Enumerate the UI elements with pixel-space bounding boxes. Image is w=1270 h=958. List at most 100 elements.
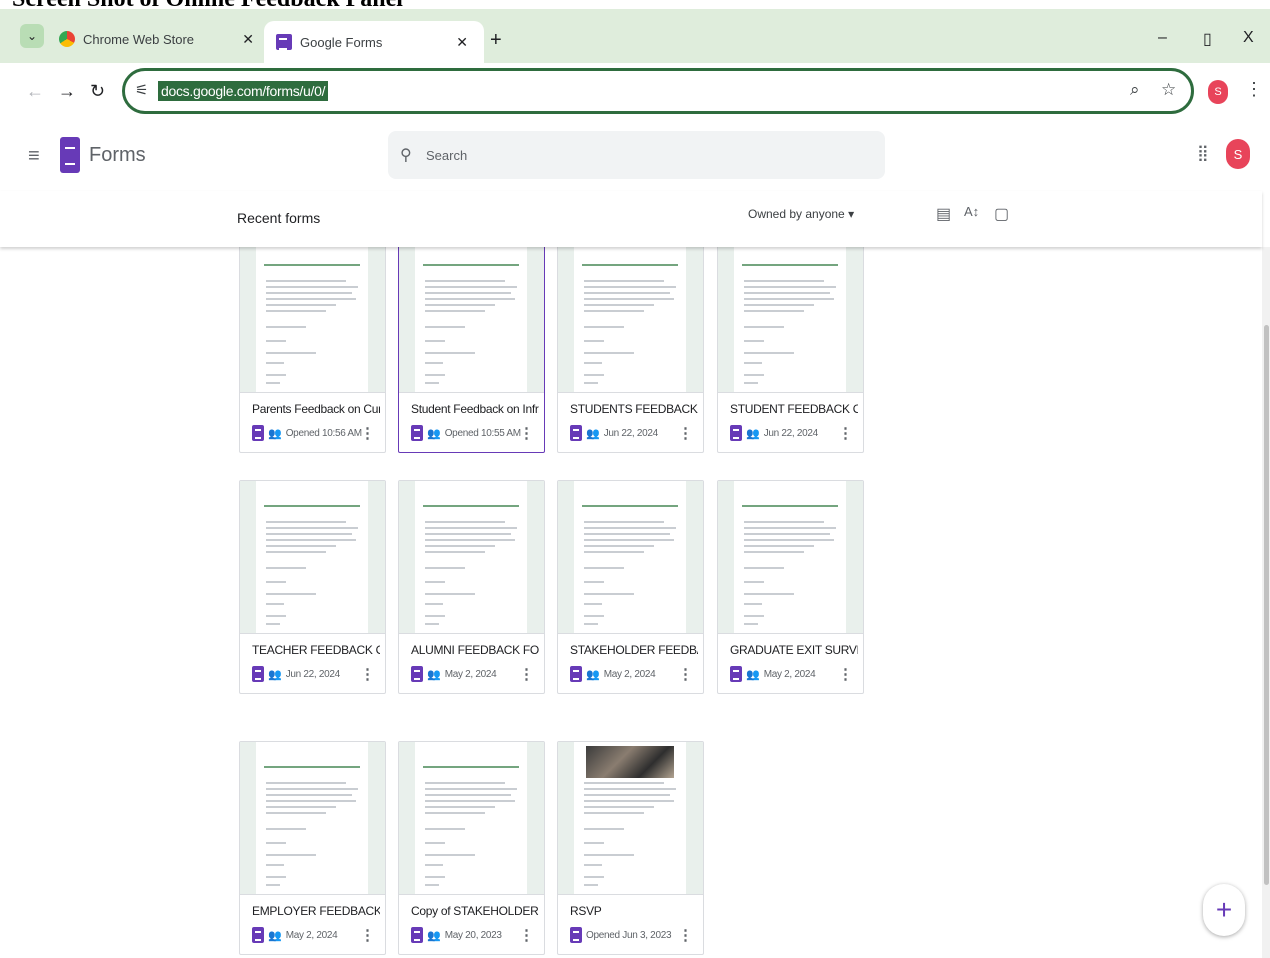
shared-people-icon: 👥 xyxy=(427,668,441,681)
main-menu-icon[interactable]: ≡ xyxy=(28,145,40,168)
app-name[interactable]: Forms xyxy=(89,144,146,167)
more-options-icon[interactable]: ⋮ xyxy=(360,665,375,683)
form-title: STAKEHOLDER FEEDBAC... xyxy=(570,643,698,657)
form-card[interactable]: Parents Feedback on Cur... 👥 Opened 10:56 … xyxy=(239,247,386,453)
google-forms-icon xyxy=(276,34,292,50)
google-forms-icon xyxy=(730,666,742,682)
back-arrow-icon[interactable]: ← xyxy=(26,81,44,102)
form-title: ALUMNI FEEDBACK FORM xyxy=(411,643,539,657)
form-title: STUDENT FEEDBACK ON ... xyxy=(730,402,858,416)
search-input[interactable] xyxy=(426,145,866,165)
google-forms-icon xyxy=(252,666,264,682)
shared-people-icon: 👥 xyxy=(746,668,760,681)
folder-icon[interactable]: ▢ xyxy=(994,204,1009,224)
account-avatar[interactable]: S xyxy=(1226,139,1250,169)
form-thumbnail xyxy=(399,247,544,393)
more-options-icon[interactable]: ⋮ xyxy=(838,665,853,683)
more-options-icon[interactable]: ⋮ xyxy=(360,424,375,442)
form-title: Student Feedback on Infr... xyxy=(411,402,539,416)
form-card[interactable]: ALUMNI FEEDBACK FORM 👥May 2, 2024 ⋮ xyxy=(398,480,545,694)
form-title: GRADUATE EXIT SURVEY xyxy=(730,643,858,657)
form-date: Opened 10:55 AM xyxy=(444,427,521,439)
list-view-icon[interactable]: ▤ xyxy=(936,204,951,224)
more-options-icon[interactable]: ⋮ xyxy=(519,665,534,683)
form-card[interactable]: Student Feedback on Infr... 👥 Opened 10:55… xyxy=(398,247,545,453)
shared-people-icon: 👥 xyxy=(427,929,441,942)
chrome-web-store-icon xyxy=(59,31,75,47)
form-date: May 20, 2023 xyxy=(444,929,502,941)
tab-chrome-web-store[interactable]: Chrome Web Store ✕ xyxy=(55,21,270,57)
form-thumbnail xyxy=(558,742,703,895)
close-icon[interactable]: ✕ xyxy=(242,31,254,48)
restore-button[interactable]: ▯ xyxy=(1203,29,1212,49)
create-form-plus-button[interactable]: + xyxy=(1203,884,1245,936)
form-meta: 👥 Jun 22, 2024 xyxy=(252,665,340,683)
google-apps-grid-icon[interactable]: ⣿ xyxy=(1197,143,1209,163)
form-card[interactable]: STUDENT FEEDBACK ON ... 👥Jun 22, 2024 ⋮ xyxy=(717,247,864,453)
browser-menu-icon[interactable]: ⋮ xyxy=(1245,79,1263,100)
form-thumbnail xyxy=(558,481,703,634)
more-options-icon[interactable]: ⋮ xyxy=(678,424,693,442)
form-thumbnail xyxy=(718,481,863,634)
form-title: Parents Feedback on Cur... xyxy=(252,402,380,416)
tab-search-chevron-icon[interactable]: ⌄ xyxy=(20,24,44,48)
address-bar[interactable]: ⚟ docs.google.com/forms/u/0/ ⌕ ☆ xyxy=(122,68,1194,114)
form-card[interactable]: STAKEHOLDER FEEDBAC... 👥May 2, 2024 ⋮ xyxy=(557,480,704,694)
search-bar[interactable]: ⚲ xyxy=(388,131,885,179)
form-meta: 👥 May 20, 2023 xyxy=(411,926,502,944)
more-options-icon[interactable]: ⋮ xyxy=(678,665,693,683)
url-text[interactable]: docs.google.com/forms/u/0/ xyxy=(158,81,329,101)
minimize-button[interactable]: – xyxy=(1158,29,1167,47)
shared-people-icon: 👥 xyxy=(746,427,760,440)
form-date: Jun 22, 2024 xyxy=(763,427,819,439)
shared-people-icon: 👥 xyxy=(427,427,441,440)
form-title: EMPLOYER FEEDBACK F... xyxy=(252,904,380,918)
form-date: May 2, 2024 xyxy=(444,668,497,680)
owner-filter-dropdown[interactable]: Owned by anyone ▾ xyxy=(748,207,854,221)
form-title: RSVP xyxy=(570,904,602,918)
form-meta: 👥 May 2, 2024 xyxy=(411,665,497,683)
more-options-icon[interactable]: ⋮ xyxy=(678,926,693,944)
form-date: May 2, 2024 xyxy=(763,668,816,680)
google-forms-icon xyxy=(411,927,423,943)
more-options-icon[interactable]: ⋮ xyxy=(519,424,534,442)
form-meta: 👥 May 2, 2024 xyxy=(570,665,656,683)
google-forms-icon xyxy=(252,425,264,441)
search-icon[interactable]: ⚲ xyxy=(400,145,412,165)
tab-google-forms[interactable]: Google Forms ✕ xyxy=(264,21,484,63)
scrollbar-thumb[interactable] xyxy=(1264,325,1269,885)
form-card[interactable]: Copy of STAKEHOLDER F... 👥May 20, 2023 ⋮ xyxy=(398,741,545,955)
close-icon[interactable]: ✕ xyxy=(456,34,468,51)
google-forms-icon xyxy=(570,425,582,441)
zoom-icon[interactable]: ⌕ xyxy=(1130,80,1140,100)
browser-profile-avatar[interactable]: S xyxy=(1208,80,1228,104)
recent-forms-label: Recent forms xyxy=(237,210,321,226)
form-title: Copy of STAKEHOLDER F... xyxy=(411,904,539,918)
sort-az-icon[interactable]: A↕ xyxy=(964,204,979,219)
form-card[interactable]: TEACHER FEEDBACK ON ... 👥Jun 22, 2024 ⋮ xyxy=(239,480,386,694)
close-window-button[interactable]: X xyxy=(1243,29,1254,47)
forms-list-header: Recent forms Owned by anyone ▾ ▤ A↕ ▢ xyxy=(0,191,1262,247)
form-card[interactable]: STUDENTS FEEDBACK FO... 👥Jun 22, 2024 ⋮ xyxy=(557,247,704,453)
reload-icon[interactable]: ↻ xyxy=(90,81,105,102)
shared-people-icon: 👥 xyxy=(268,929,282,942)
forms-logo-icon[interactable] xyxy=(60,137,80,173)
bookmark-star-icon[interactable]: ☆ xyxy=(1161,80,1176,100)
forward-arrow-icon[interactable]: → xyxy=(58,81,76,102)
shared-people-icon: 👥 xyxy=(268,427,282,440)
form-card[interactable]: GRADUATE EXIT SURVEY 👥 May 2, 2024 ⋮ xyxy=(717,480,864,694)
new-tab-button[interactable]: + xyxy=(490,29,502,52)
form-meta: 👥 Jun 22, 2024 xyxy=(730,424,818,442)
forms-grid: Parents Feedback on Cur... 👥 Opened 10:56 … xyxy=(0,247,1262,958)
site-info-icon[interactable]: ⚟ xyxy=(135,81,148,99)
form-card[interactable]: EMPLOYER FEEDBACK F... 👥May 2, 2024 ⋮ xyxy=(239,741,386,955)
form-title: TEACHER FEEDBACK ON ... xyxy=(252,643,380,657)
more-options-icon[interactable]: ⋮ xyxy=(360,926,375,944)
google-forms-icon xyxy=(570,666,582,682)
google-forms-icon xyxy=(411,425,423,441)
form-date: May 2, 2024 xyxy=(285,929,338,941)
form-card[interactable]: RSVP Opened Jun 3, 2023 ⋮ xyxy=(557,741,704,955)
more-options-icon[interactable]: ⋮ xyxy=(519,926,534,944)
more-options-icon[interactable]: ⋮ xyxy=(838,424,853,442)
form-date: Opened 10:56 AM xyxy=(285,427,362,439)
